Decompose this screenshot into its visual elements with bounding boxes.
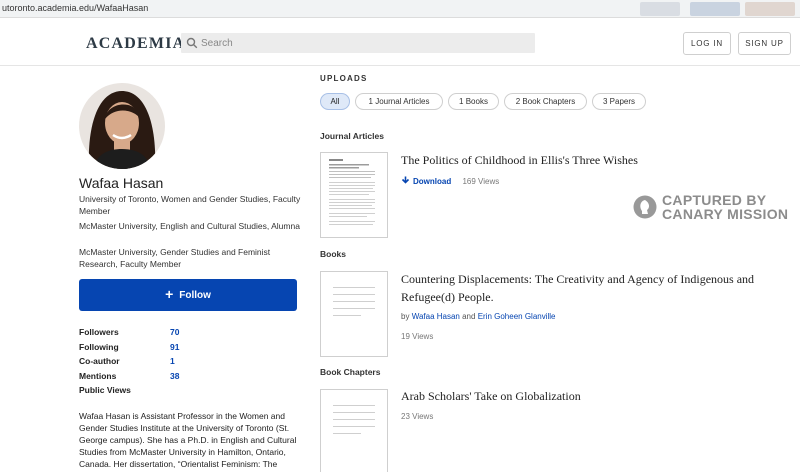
thumbnail-line (333, 301, 375, 302)
filter-chip-all[interactable]: All (320, 93, 350, 110)
affiliation-link[interactable]: McMaster University, Gender Studies and … (79, 246, 304, 270)
stat-value-following[interactable]: 91 (170, 342, 179, 352)
thumbnail-line (333, 308, 375, 309)
and-text: and (462, 312, 476, 321)
views-count: 169 Views (462, 177, 500, 186)
filter-chip-book-chapters[interactable]: 2 Book Chapters (504, 93, 587, 110)
by-text: by (401, 312, 410, 321)
thumbnail-line (333, 405, 375, 406)
profile-photo (79, 83, 165, 169)
stat-label-coauthor: Co-author (79, 356, 120, 366)
work-title-link[interactable]: Countering Displacements: The Creativity… (401, 270, 754, 306)
plus-icon: + (165, 286, 174, 302)
blurred-toolbar-area (745, 2, 795, 16)
stat-label-mentions: Mentions (79, 371, 117, 381)
work-title-link[interactable]: The Politics of Childhood in Ellis's Thr… (401, 151, 638, 169)
stat-value-mentions[interactable]: 38 (170, 371, 179, 381)
work-title-line: Countering Displacements: The Creativity… (401, 272, 755, 286)
affiliation-link[interactable]: McMaster University, English and Cultura… (79, 220, 304, 232)
thumbnail-line (333, 294, 375, 295)
section-heading-journal-articles: Journal Articles (320, 131, 384, 141)
search-icon (186, 37, 198, 49)
author-link[interactable]: Wafaa Hasan (412, 312, 460, 321)
stat-value-followers[interactable]: 70 (170, 327, 179, 337)
thumbnail-line (333, 287, 375, 288)
follow-label: Follow (179, 289, 211, 301)
profile-name: Wafaa Hasan (79, 175, 164, 191)
stat-label-public-views: Public Views (79, 385, 131, 395)
canary-logo-icon (633, 195, 657, 219)
thumbnail-line (333, 433, 361, 434)
thumbnail-line (333, 426, 375, 427)
follow-button[interactable]: + Follow (79, 279, 297, 311)
download-link[interactable]: Download (401, 176, 453, 186)
document-thumbnail[interactable] (320, 389, 388, 472)
document-thumbnail[interactable] (320, 152, 388, 238)
blurred-toolbar-area (690, 2, 740, 16)
avatar (79, 83, 165, 169)
profile-bio: Wafaa Hasan is Assistant Professor in th… (79, 411, 297, 469)
signup-button[interactable]: SIGN UP (738, 32, 791, 55)
thumbnail-line (333, 315, 361, 316)
academia-logo[interactable]: ACADEMIA (86, 35, 185, 53)
canary-mission-watermark: CAPTURED BY CANARY MISSION (633, 193, 788, 221)
watermark-line-1: CAPTURED BY (662, 192, 767, 208)
section-heading-books: Books (320, 249, 346, 259)
document-preview (329, 159, 375, 225)
uploads-heading: UPLOADS (320, 74, 368, 83)
search-bar[interactable] (181, 33, 535, 53)
work-meta-journal: Download 169 Views (401, 176, 499, 186)
filter-chip-journal-articles[interactable]: 1 Journal Articles (355, 93, 443, 110)
login-button[interactable]: LOG IN (683, 32, 731, 55)
stat-label-followers: Followers (79, 327, 119, 337)
download-icon (401, 176, 410, 184)
filter-chip-books[interactable]: 1 Books (448, 93, 499, 110)
url-text[interactable]: utoronto.academia.edu/WafaaHasan (2, 3, 148, 13)
browser-url-bar[interactable]: utoronto.academia.edu/WafaaHasan (0, 0, 800, 18)
filter-chip-papers[interactable]: 3 Papers (592, 93, 646, 110)
work-title-line: Refugee(d) People. (401, 290, 494, 304)
thumbnail-line (333, 412, 375, 413)
document-thumbnail[interactable] (320, 271, 388, 357)
stat-label-following: Following (79, 342, 119, 352)
thumbnail-line (333, 419, 375, 420)
blurred-toolbar-area (640, 2, 680, 16)
affiliation-link[interactable]: University of Toronto, Women and Gender … (79, 193, 304, 217)
watermark-line-2: CANARY MISSION (662, 206, 789, 222)
work-title-link[interactable]: Arab Scholars' Take on Globalization (401, 387, 581, 405)
views-count: 19 Views (401, 332, 434, 341)
section-heading-book-chapters: Book Chapters (320, 367, 381, 377)
work-authors: by Wafaa Hasan and Erin Goheen Glanville (401, 312, 556, 321)
stat-value-coauthor[interactable]: 1 (170, 356, 175, 366)
top-navigation: ACADEMIA LOG IN SIGN UP (0, 18, 800, 66)
views-count: 23 Views (401, 412, 434, 421)
download-label: Download (413, 177, 452, 186)
search-input[interactable] (201, 33, 521, 53)
author-link[interactable]: Erin Goheen Glanville (478, 312, 556, 321)
